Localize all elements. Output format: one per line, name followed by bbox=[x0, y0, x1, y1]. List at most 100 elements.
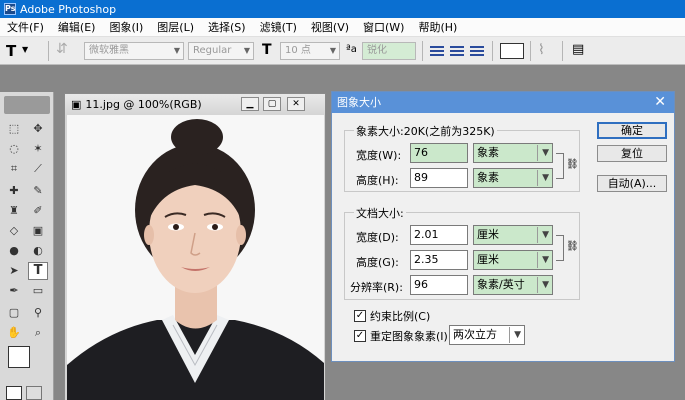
dialog-close-icon[interactable]: ✕ bbox=[654, 93, 666, 112]
slice-tool-icon[interactable]: ⟋ bbox=[28, 160, 48, 178]
check-icon: ✓ bbox=[354, 310, 366, 322]
marquee-tool-icon[interactable]: ⬚ bbox=[4, 120, 24, 138]
menu-help[interactable]: 帮助(H) bbox=[411, 19, 464, 35]
chevron-down-icon: ▼ bbox=[514, 330, 521, 340]
menu-layer[interactable]: 图层(L) bbox=[150, 19, 201, 35]
chevron-down-icon: ▼ bbox=[243, 46, 250, 55]
chevron-down-icon: ▼ bbox=[329, 46, 336, 55]
brush-tool-icon[interactable]: ✎ bbox=[28, 182, 48, 200]
portrait-photo bbox=[67, 115, 324, 400]
menu-select[interactable]: 选择(S) bbox=[201, 19, 253, 35]
align-left-icon[interactable] bbox=[430, 46, 444, 56]
lasso-tool-icon[interactable]: ◌ bbox=[4, 140, 24, 158]
preset-chevron-down-icon[interactable]: ▼ bbox=[22, 45, 28, 54]
quick-mask-icon[interactable] bbox=[26, 386, 42, 400]
pixel-width-input[interactable]: 76 bbox=[410, 143, 468, 163]
shape-tool-icon[interactable]: ▭ bbox=[28, 282, 48, 300]
document-title-bar[interactable]: ▣ 11.jpg @ 100%(RGB) bbox=[65, 94, 325, 114]
document-window: ▣ 11.jpg @ 100%(RGB) ▁ ▢ ✕ bbox=[64, 93, 326, 400]
dodge-tool-icon[interactable]: ◐ bbox=[28, 242, 48, 260]
document-title: 11.jpg @ 100%(RGB) bbox=[85, 97, 202, 111]
healing-brush-icon[interactable]: ✚ bbox=[4, 182, 24, 200]
document-size-label: 文档大小: bbox=[354, 205, 406, 221]
pixel-dimensions-label: 象素大小:20K(之前为325K) bbox=[354, 123, 497, 139]
pixel-link-bracket bbox=[556, 153, 564, 179]
foreground-color-swatch[interactable] bbox=[8, 346, 30, 368]
reset-button[interactable]: 复位 bbox=[597, 145, 667, 162]
type-tool-icon[interactable]: T bbox=[28, 262, 48, 280]
auto-button[interactable]: 自动(A)... bbox=[597, 175, 667, 192]
align-center-icon[interactable] bbox=[450, 46, 464, 56]
doc-height-label: 高度(G): bbox=[356, 256, 399, 269]
pixel-width-unit-select[interactable]: 象素 ▼ bbox=[473, 143, 553, 163]
doc-width-input[interactable]: 2.01 bbox=[410, 225, 468, 245]
photoshop-logo-icon: Ps bbox=[4, 3, 16, 15]
eyedropper-icon[interactable]: ⚲ bbox=[28, 304, 48, 322]
portrait-image bbox=[67, 115, 324, 400]
font-style-select[interactable]: Regular ▼ bbox=[188, 42, 254, 60]
crop-tool-icon[interactable]: ⌗ bbox=[4, 160, 24, 178]
font-family-select[interactable]: 微软雅黑 ▼ bbox=[84, 42, 184, 60]
menu-window[interactable]: 窗口(W) bbox=[356, 19, 411, 35]
chevron-down-icon: ▼ bbox=[173, 46, 180, 55]
doc-height-input[interactable]: 2.35 bbox=[410, 250, 468, 270]
chain-link-icon: ⛓ bbox=[566, 241, 579, 252]
dialog-title: 图象大小 bbox=[337, 96, 381, 109]
document-icon: ▣ bbox=[71, 97, 82, 111]
path-selection-icon[interactable]: ➤ bbox=[4, 262, 24, 280]
tools-palette: ⬚ ✥ ◌ ✶ ⌗ ⟋ ✚ ✎ ♜ ✐ ◇ ▣ ● ◐ ➤ T ✒ ▭ ▢ ⚲ … bbox=[0, 92, 54, 400]
blur-tool-icon[interactable]: ● bbox=[4, 242, 24, 260]
menu-edit[interactable]: 编辑(E) bbox=[51, 19, 103, 35]
resample-method-select[interactable]: 两次立方 ▼ bbox=[449, 325, 525, 345]
warp-text-icon[interactable]: ⌇ bbox=[538, 42, 545, 58]
menu-view[interactable]: 视图(V) bbox=[304, 19, 356, 35]
magic-wand-icon[interactable]: ✶ bbox=[28, 140, 48, 158]
dialog-title-bar[interactable]: 图象大小 bbox=[332, 92, 674, 113]
doc-width-label: 宽度(D): bbox=[356, 231, 399, 244]
divider bbox=[492, 41, 493, 61]
standard-mode-icon[interactable] bbox=[6, 386, 22, 400]
divider bbox=[530, 41, 531, 61]
palettes-icon[interactable]: ▤ bbox=[572, 42, 584, 57]
check-icon: ✓ bbox=[354, 330, 366, 342]
width-label: 宽度(W): bbox=[356, 149, 402, 162]
text-color-swatch[interactable] bbox=[500, 43, 524, 59]
text-tool-preset-icon[interactable]: T bbox=[6, 42, 16, 60]
hand-tool-icon[interactable]: ✋ bbox=[4, 324, 24, 342]
chevron-down-icon: ▼ bbox=[542, 255, 549, 265]
minimize-button[interactable]: ▁ bbox=[241, 97, 259, 111]
height-label: 高度(H): bbox=[356, 174, 399, 187]
clone-stamp-icon[interactable]: ♜ bbox=[4, 202, 24, 220]
move-tool-icon[interactable]: ✥ bbox=[28, 120, 48, 138]
doc-width-unit-select[interactable]: 厘米 ▼ bbox=[473, 225, 553, 245]
doc-height-unit-select[interactable]: 厘米 ▼ bbox=[473, 250, 553, 270]
resolution-unit-select[interactable]: 象素/英寸 ▼ bbox=[473, 275, 553, 295]
divider bbox=[48, 41, 49, 61]
pixel-height-input[interactable]: 89 bbox=[410, 168, 468, 188]
ok-button[interactable]: 确定 bbox=[597, 122, 667, 139]
resolution-label: 分辨率(R): bbox=[350, 281, 403, 294]
font-size-select[interactable]: 10 点 ▼ bbox=[280, 42, 340, 60]
maximize-button[interactable]: ▢ bbox=[263, 97, 281, 111]
eraser-tool-icon[interactable]: ◇ bbox=[4, 222, 24, 240]
pixel-height-unit-select[interactable]: 象素 ▼ bbox=[473, 168, 553, 188]
options-bar: T ▼ ⇵ 微软雅黑 ▼ Regular ▼ T 10 点 ▼ ªa 锐化 ⌇ ▤ bbox=[0, 37, 685, 65]
divider bbox=[422, 41, 423, 61]
resample-checkbox[interactable]: ✓ 重定图象象素(I): bbox=[354, 328, 452, 344]
menu-file[interactable]: 文件(F) bbox=[0, 19, 51, 35]
menu-filter[interactable]: 滤镜(T) bbox=[253, 19, 304, 35]
divider bbox=[562, 41, 563, 61]
history-brush-icon[interactable]: ✐ bbox=[28, 202, 48, 220]
text-orientation-icon[interactable]: ⇵ bbox=[56, 41, 68, 57]
close-button[interactable]: ✕ bbox=[287, 97, 305, 111]
menu-image[interactable]: 图象(I) bbox=[102, 19, 150, 35]
align-right-icon[interactable] bbox=[470, 46, 484, 56]
constrain-proportions-checkbox[interactable]: ✓ 约束比例(C) bbox=[354, 308, 430, 324]
antialias-select[interactable]: 锐化 bbox=[362, 42, 416, 60]
pen-tool-icon[interactable]: ✒ bbox=[4, 282, 24, 300]
zoom-tool-icon[interactable]: ⌕ bbox=[28, 324, 48, 342]
chevron-down-icon: ▼ bbox=[542, 280, 549, 290]
notes-tool-icon[interactable]: ▢ bbox=[4, 304, 24, 322]
resolution-input[interactable]: 96 bbox=[410, 275, 468, 295]
gradient-tool-icon[interactable]: ▣ bbox=[28, 222, 48, 240]
